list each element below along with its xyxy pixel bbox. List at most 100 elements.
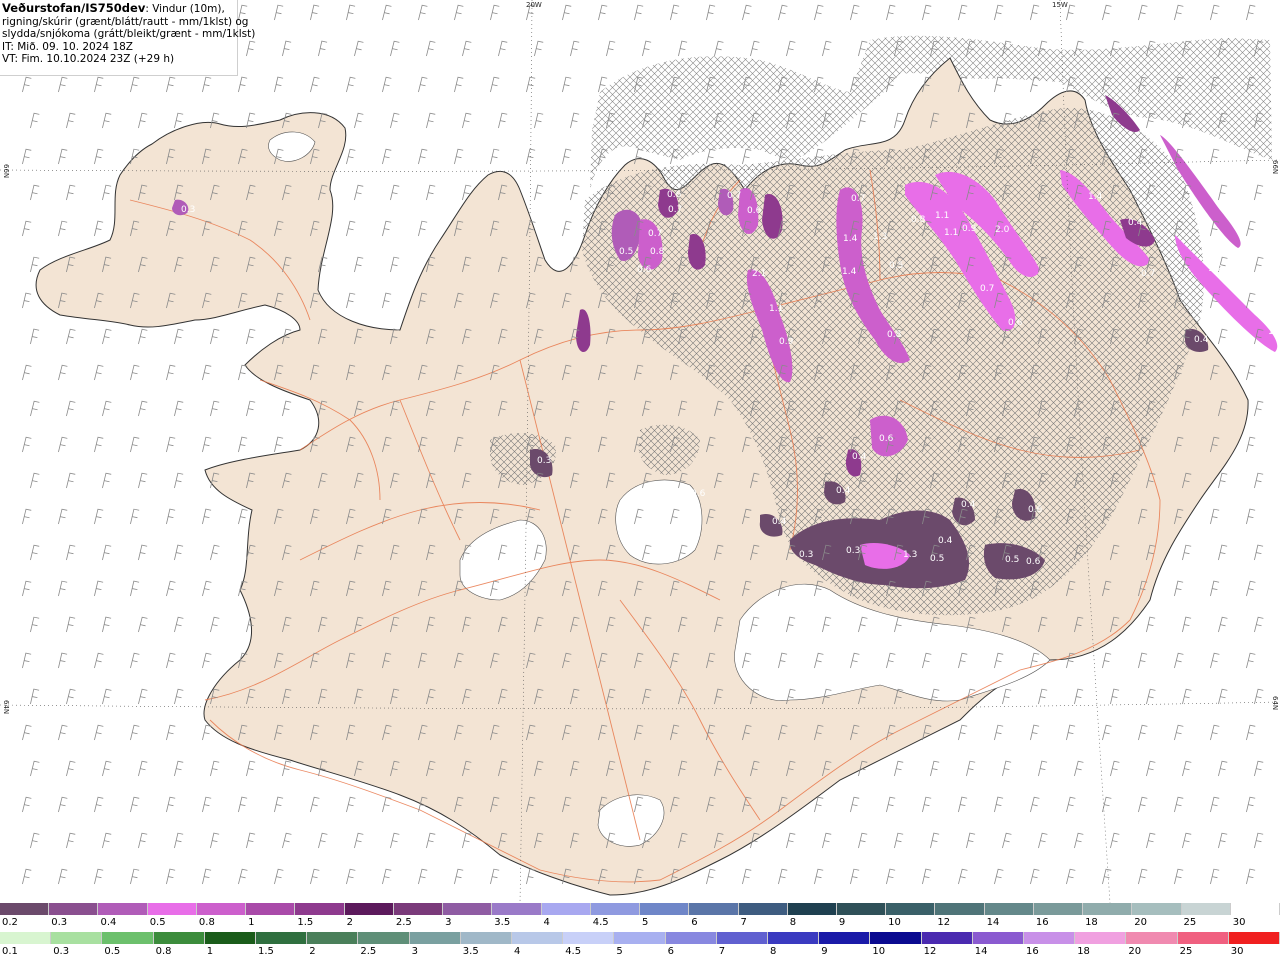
legend-cell [614,932,666,944]
legend-cell [0,932,52,944]
legend-cell [1177,932,1229,944]
legend-cell [787,903,837,915]
legend-cell [738,903,788,915]
precip-value-label: 1.1 [769,304,783,314]
precip-value-label: 0.4 [836,486,851,496]
legend-label: 18 [1077,946,1090,957]
precip-value-label: 1.1 [935,211,949,221]
legend-label: 2.5 [360,946,377,957]
precip-value-label: 0.5 [930,554,944,564]
lat-label-66n-right: 66N [1271,160,1279,175]
legend-cell [51,932,103,944]
precip-value-label: 1.4 [842,267,857,277]
legend-cell [921,932,973,944]
precip-value-label: 1.3 [873,232,887,242]
precip-value-label: 0.6 [1026,557,1041,567]
precip-value-label: 0.4 [1194,335,1209,345]
legend-label: 12 [923,946,937,957]
precip-value-label: 0.3 [799,550,813,560]
legend-label: 10 [872,946,886,957]
precip-value-label: 0.7 [648,229,662,239]
legend-label: 0.8 [198,917,215,928]
precip-value-label: 1.3 [903,550,917,560]
legend-label: 1.5 [258,946,274,957]
precip-value-label: 0.7 [851,194,865,204]
legend-label: 2 [346,917,353,928]
legend-cell [1132,903,1182,915]
info-line-snow: slydda/snjókoma (grátt/bleikt/grænt - mm… [2,28,256,40]
lon-label-15w: 15W [1052,1,1068,9]
legend-cell [307,932,359,944]
precip-value-label: 2.1 [752,269,766,279]
precip-value-label: 0.8 [887,330,902,340]
precip-value-label: 1.4 [843,234,858,244]
legend-cell [344,903,394,915]
info-title-bold: Veðurstofan/IS750dev [2,1,146,15]
glacier-hofsjokull [615,479,703,565]
weather-map[interactable]: 0.3 0.7 0.8 0.6 0.5 0.7 0.6 0.7 0.6 2.1 1.1 0.9 0.7 1… [0,0,1280,903]
legend-label: 4.5 [565,946,582,957]
precip-value-label: 0.5 [1005,555,1019,565]
legend-cell [716,932,769,944]
legend-label: 0.1 [2,946,18,957]
legend-label: 18 [1085,917,1098,928]
legend-cell [1024,932,1076,944]
lon-label-20w: 20W [526,1,542,9]
legend-cell [443,903,493,915]
legend-label: 1.5 [297,917,314,928]
legend-label: 4 [543,917,550,928]
precip-value-label: 0.4 [852,452,867,462]
precip-value-label: 0.6 [1028,505,1043,515]
lat-label-66n-left: 66N [2,164,10,179]
legend-label: 25 [1183,917,1197,928]
precip-value-label: 2.0 [995,225,1010,235]
info-title-rest: : Vindur (10m), [145,3,225,15]
precip-value-label: 0.6 [637,265,652,275]
legend-cell [563,932,615,944]
precip-value-label: 0.9 [779,337,794,347]
legend-cell [147,903,197,915]
legend-cell [819,932,871,944]
legend-cell [358,932,410,944]
legend-cell [256,932,308,944]
precip-value-label: 0.3 [846,546,860,556]
precip-value-label: 0.6 [879,434,894,444]
legend-label: 3.5 [494,917,511,928]
legend-label: 0.4 [100,917,117,928]
precip-value-label: 0.6 [747,206,762,216]
precip-value-label: 0.4 [938,536,953,546]
legend-label: 30 [1232,917,1246,928]
precip-value-label: 0.5 [889,261,903,271]
legend-label: 30 [1230,946,1244,957]
legend-cell [49,903,99,915]
legend-label: 6 [667,946,674,957]
legend-label: 6 [691,917,698,928]
precip-value-label: 0.7 [727,191,741,201]
legend-cell [972,932,1025,944]
legend-cell [886,903,936,915]
legend-label: 2.5 [395,917,412,928]
legend-cell [640,903,690,915]
legend-label: 9 [821,946,828,957]
legend-label: 25 [1179,946,1193,957]
legend-cell [196,903,247,915]
precip-value-label: 1.1 [944,228,958,238]
legend-label: 8 [770,946,777,957]
legend-cell [393,903,444,915]
legend-snow-colorbar [0,903,1280,915]
precip-value-label: 0.8 [911,215,926,225]
legend-cell [1075,932,1127,944]
legend-label: 8 [789,917,797,928]
info-valid-time: VT: Fim. 10.10.2024 23Z (+29 h) [2,53,175,65]
legend-label: 1 [248,917,255,928]
legend-cell [768,932,820,944]
lat-label-64n-right: 64N [1271,696,1279,711]
legend-cell [1181,903,1231,915]
legend-label: 1 [206,946,214,957]
legend-label: 4 [514,946,521,957]
legend-label: 14 [986,917,1000,928]
legend-label: 0.8 [155,946,172,957]
legend-label: 3 [411,946,418,957]
legend-cell [512,932,564,944]
legend-cell [1033,903,1084,915]
